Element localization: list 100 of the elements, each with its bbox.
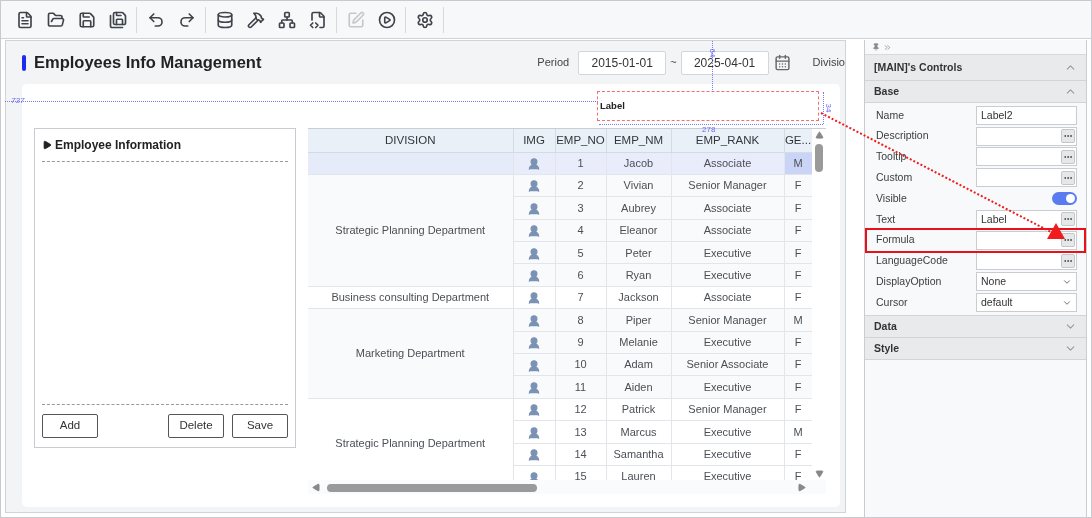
panel-header[interactable]: [MAIN]'s Controls xyxy=(865,55,1086,81)
panel-title: Employee Information xyxy=(55,137,182,154)
table-cell: Senior Manager xyxy=(671,308,784,332)
input-field[interactable] xyxy=(976,147,1077,167)
action-button[interactable]: Save xyxy=(232,414,288,438)
range-separator: ~ xyxy=(670,55,677,71)
save-icon xyxy=(77,10,96,29)
division-cell: Marketing Department xyxy=(308,308,513,399)
division-cell: Strategic Planning Department xyxy=(308,174,513,287)
save-all-icon xyxy=(108,10,127,29)
redo-icon xyxy=(177,10,196,29)
input-field[interactable] xyxy=(976,126,1077,146)
table-cell: Patrick xyxy=(606,398,671,421)
property-label: Formula xyxy=(876,232,916,248)
table-cell: 10 xyxy=(555,353,606,376)
scroll-right-icon xyxy=(797,483,806,492)
undo-icon xyxy=(146,10,165,29)
table-cell: Adam xyxy=(606,353,671,376)
table-cell: 3 xyxy=(555,196,606,220)
ellipsis-button[interactable] xyxy=(1061,253,1075,268)
table-cell: 9 xyxy=(555,331,606,354)
table-cell: 6 xyxy=(555,263,606,287)
code-icon xyxy=(308,10,327,29)
action-button[interactable]: Delete xyxy=(168,414,224,438)
property-label: Text xyxy=(876,211,897,227)
person-icon xyxy=(527,246,541,261)
table-cell: Senior Manager xyxy=(671,174,784,197)
table-cell: 11 xyxy=(555,375,606,399)
input-field[interactable] xyxy=(976,230,1077,250)
scroll-up-icon xyxy=(814,131,824,140)
table-cell: 4 xyxy=(555,219,606,242)
property-label: DisplayOption xyxy=(876,273,943,289)
select-value: None xyxy=(981,273,1007,289)
table-cell: Ryan xyxy=(606,263,671,287)
select-field[interactable]: default xyxy=(976,293,1077,313)
property-label: Name xyxy=(876,107,905,123)
table-cell: 5 xyxy=(555,241,606,264)
property-label: Cursor xyxy=(876,294,909,310)
column-header[interactable]: IMG xyxy=(513,129,555,152)
ellipsis-button[interactable] xyxy=(1061,170,1075,185)
column-header[interactable]: EMP_NM xyxy=(606,129,671,152)
scroll-thumb[interactable] xyxy=(815,144,823,172)
scroll-down-icon xyxy=(814,469,824,478)
person-icon xyxy=(527,336,541,351)
column-header[interactable]: GE... xyxy=(784,129,812,152)
table-cell: Aubrey xyxy=(606,196,671,220)
section-title: Style xyxy=(874,340,901,356)
table-cell: Aiden xyxy=(606,375,671,399)
input-field[interactable] xyxy=(976,168,1077,188)
section-title: Base xyxy=(874,83,901,99)
table-cell: Executive xyxy=(671,331,784,354)
table-cell: 1 xyxy=(555,152,606,175)
person-icon xyxy=(527,358,541,373)
table-cell: Jackson xyxy=(606,286,671,309)
ellipsis-button[interactable] xyxy=(1061,233,1075,248)
person-icon xyxy=(527,269,541,283)
table-cell: 7 xyxy=(555,286,606,309)
page-title: Employees Info Management xyxy=(34,52,262,74)
visible-toggle[interactable] xyxy=(1052,192,1077,206)
hierarchy-icon xyxy=(277,10,296,29)
select-field[interactable]: None xyxy=(976,272,1077,292)
person-icon xyxy=(527,448,541,463)
dimension-label: 64 xyxy=(707,48,719,58)
selected-label[interactable]: Label xyxy=(597,91,819,121)
column-header[interactable]: EMP_NO xyxy=(555,129,606,152)
triangle-icon[interactable] xyxy=(42,140,52,150)
table-cell: Peter xyxy=(606,241,671,264)
column-header[interactable]: DIVISION xyxy=(308,129,513,152)
calendar-icon[interactable] xyxy=(773,54,791,71)
table-cell: Associate xyxy=(671,286,784,309)
property-label: Custom xyxy=(876,169,914,185)
person-icon xyxy=(527,313,541,328)
ellipsis-button[interactable] xyxy=(1061,129,1075,144)
edit-icon xyxy=(346,10,365,29)
division-cell: Business consulting Department xyxy=(308,286,513,309)
hammer-icon xyxy=(246,10,265,29)
person-icon xyxy=(527,179,541,194)
section-header[interactable]: Base xyxy=(865,81,1086,103)
ellipsis-button[interactable] xyxy=(1061,212,1075,227)
pin-icon[interactable] xyxy=(872,43,880,51)
table-cell: Associate xyxy=(671,196,784,220)
table-cell: Executive xyxy=(671,443,784,466)
text-field[interactable]: Label2 xyxy=(976,105,1077,125)
table-cell: Piper xyxy=(606,308,671,332)
action-button[interactable]: Add xyxy=(42,414,98,438)
ellipsis-button[interactable] xyxy=(1061,150,1075,164)
table-cell: Eleanor xyxy=(606,219,671,242)
play-icon xyxy=(377,10,396,29)
field-value: Label xyxy=(981,211,1007,227)
dimension-label: 737 xyxy=(11,95,25,107)
scroll-thumb[interactable] xyxy=(327,483,537,492)
input-field[interactable]: Label xyxy=(976,209,1077,229)
section-header[interactable]: Data xyxy=(865,315,1086,338)
date-field[interactable]: 2015-01-01 xyxy=(578,50,667,75)
vertical-scrollbar[interactable] xyxy=(812,129,826,480)
period-label: Period xyxy=(537,55,570,71)
section-header[interactable]: Style xyxy=(865,337,1086,360)
table-cell: Senior Manager xyxy=(671,398,784,421)
document-icon xyxy=(15,10,34,29)
table-cell: Marcus xyxy=(606,420,671,444)
